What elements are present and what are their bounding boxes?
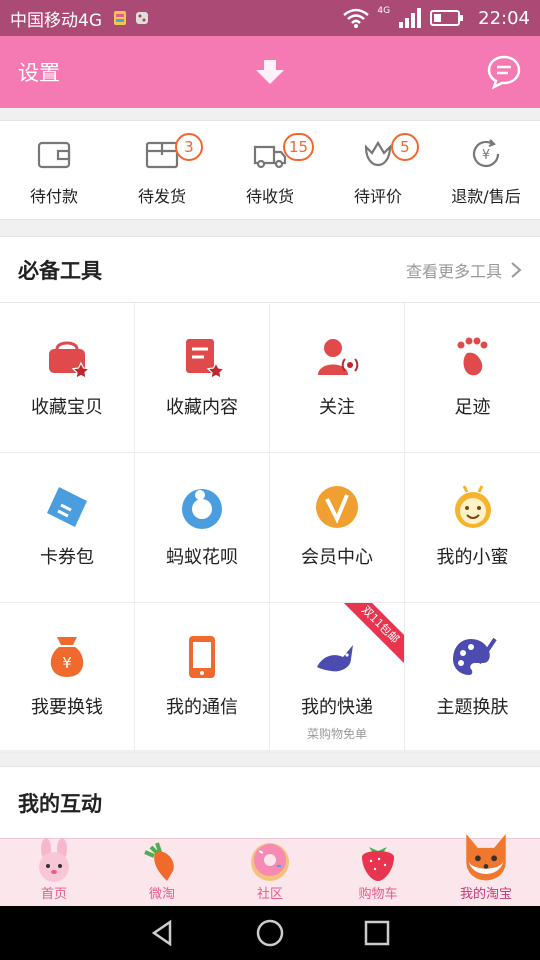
- svg-text:¥: ¥: [62, 654, 72, 672]
- money-bag-icon: ¥: [50, 637, 84, 677]
- status-bar: 中国移动4G 4G 22:04: [0, 0, 540, 36]
- clock: 22:04: [478, 7, 530, 29]
- order-badge: 5: [390, 133, 419, 161]
- order-label: 待发货: [137, 187, 186, 206]
- tool-collect-items[interactable]: 收藏宝贝: [0, 303, 135, 453]
- order-refund[interactable]: ¥ 退款/售后: [432, 121, 540, 219]
- tab-weitao[interactable]: 微淘: [108, 839, 216, 906]
- tool-theme-skin[interactable]: 主题换肤: [405, 603, 540, 753]
- order-pending-payment[interactable]: 待付款: [0, 121, 108, 219]
- palette-icon: [452, 637, 497, 675]
- recents-icon[interactable]: [362, 918, 392, 948]
- notification-dice-icon: [136, 12, 148, 24]
- tool-collect-content[interactable]: 收藏内容: [135, 303, 270, 453]
- order-pending-review[interactable]: 5 待评价: [324, 121, 432, 219]
- carrier-label: 中国移动4G: [10, 10, 102, 31]
- tab-community[interactable]: 社区: [216, 839, 324, 906]
- down-arrow-icon[interactable]: [254, 58, 286, 86]
- tool-label: 足迹: [454, 397, 491, 418]
- donut-icon: [251, 843, 289, 881]
- network-type: 4G: [377, 6, 391, 16]
- doc-star-icon: [186, 339, 226, 380]
- tab-cart[interactable]: 购物车: [324, 839, 432, 906]
- more-tools-link[interactable]: 查看更多工具: [406, 258, 522, 282]
- tool-follow[interactable]: 关注: [270, 303, 405, 453]
- order-label: 待评价: [353, 187, 402, 206]
- header-bar: 设置: [0, 36, 540, 108]
- bee-icon: [454, 485, 491, 528]
- order-status-row: 待付款 3 待发货 15 待收货 5 待评价 ¥ 退款/售后: [0, 120, 540, 220]
- svg-text:¥: ¥: [482, 148, 490, 163]
- bag-star-icon: [49, 341, 91, 380]
- order-label: 待收货: [245, 187, 294, 206]
- rabbit-icon: [39, 838, 69, 882]
- ant-huabei-icon: [182, 489, 222, 529]
- phone-icon: [189, 636, 215, 678]
- tools-header: 必备工具 查看更多工具: [0, 237, 540, 303]
- fox-icon: [466, 833, 506, 881]
- home-icon[interactable]: [255, 918, 285, 948]
- tab-my-taobao[interactable]: 我的淘宝: [432, 833, 540, 906]
- tool-label: 收藏内容: [166, 397, 238, 418]
- message-icon[interactable]: [486, 54, 522, 90]
- person-follow-icon: [318, 339, 359, 375]
- order-badge: 15: [282, 133, 315, 161]
- tab-label: 微淘: [148, 887, 175, 902]
- order-pending-shipment[interactable]: 3 待发货: [108, 121, 216, 219]
- section-title: 我的互动: [18, 791, 102, 816]
- tool-footprint[interactable]: 足迹: [405, 303, 540, 453]
- notification-app-icon: [114, 11, 126, 25]
- settings-button[interactable]: 设置: [18, 57, 60, 87]
- wifi-icon: [343, 8, 370, 28]
- battery-icon: [430, 10, 464, 26]
- strawberry-icon: [362, 847, 394, 881]
- tool-exchange-money[interactable]: ¥ 我要换钱: [0, 603, 135, 753]
- tool-label: 我的小蜜: [436, 547, 509, 568]
- tools-section: 必备工具 查看更多工具 收藏宝贝 收藏内容 关注 足迹 卡券包 蚂蚁花呗 会员中…: [0, 236, 540, 753]
- tool-coupons[interactable]: 卡券包: [0, 453, 135, 603]
- more-tools-label: 查看更多工具: [405, 261, 502, 281]
- vip-icon: [316, 486, 358, 528]
- tool-label: 主题换肤: [436, 697, 509, 718]
- back-icon[interactable]: [148, 918, 178, 948]
- tool-label: 卡券包: [40, 547, 94, 568]
- tool-label: 我的通信: [166, 697, 238, 718]
- tool-label: 关注: [319, 397, 355, 418]
- tab-label: 社区: [256, 887, 283, 902]
- tool-my-assistant[interactable]: 我的小蜜: [405, 453, 540, 603]
- ticket-icon: [47, 487, 87, 527]
- order-pending-receipt[interactable]: 15 待收货: [216, 121, 324, 219]
- tool-member-center[interactable]: 会员中心: [270, 453, 405, 603]
- tab-home[interactable]: 首页: [0, 838, 108, 906]
- bird-icon: [317, 645, 353, 672]
- chevron-right-icon: [511, 261, 522, 278]
- tab-label: 购物车: [358, 887, 398, 902]
- carrot-icon: [144, 842, 174, 881]
- section-title: 必备工具: [18, 258, 102, 283]
- wallet-icon: [37, 141, 71, 169]
- tool-huabei[interactable]: 蚂蚁花呗: [135, 453, 270, 603]
- order-badge: 3: [174, 133, 203, 161]
- tool-label: 蚂蚁花呗: [166, 547, 238, 568]
- order-label: 待付款: [29, 187, 78, 206]
- system-nav-bar: [0, 906, 540, 960]
- bottom-tab-bar: 首页 微淘 社区 购物车 我的淘宝: [0, 833, 540, 906]
- refund-icon: ¥: [472, 139, 500, 168]
- tool-subtitle: 菜购物免单: [306, 727, 367, 741]
- tool-label: 会员中心: [301, 547, 373, 568]
- tool-my-express[interactable]: 双11包邮 我的快递 菜购物免单: [270, 603, 405, 753]
- signal-icon: [399, 8, 422, 28]
- order-label: 退款/售后: [451, 187, 521, 206]
- tool-label: 我的快递: [301, 697, 373, 718]
- tool-label: 收藏宝贝: [31, 397, 103, 418]
- tab-label: 首页: [40, 887, 67, 902]
- tab-label: 我的淘宝: [459, 887, 512, 902]
- tool-label: 我要换钱: [31, 697, 103, 718]
- tool-my-telecom[interactable]: 我的通信: [135, 603, 270, 753]
- footprint-icon: [457, 337, 487, 376]
- tools-grid: 收藏宝贝 收藏内容 关注 足迹 卡券包 蚂蚁花呗 会员中心 我的小蜜 ¥ 我要换…: [0, 303, 540, 753]
